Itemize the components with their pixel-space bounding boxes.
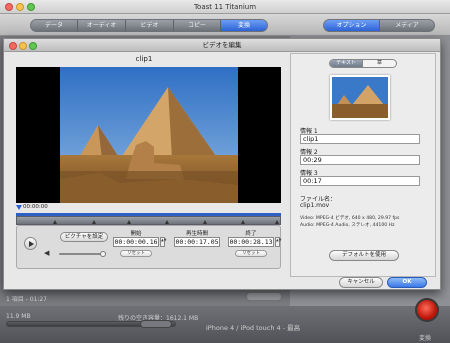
timecode: 00:00:00 xyxy=(23,204,48,210)
marker-icon xyxy=(92,220,96,224)
tab-audio[interactable]: オーディオ xyxy=(78,20,126,31)
metadata-panel: テキスト 章 情報 1 clip1 情報 2 00:29 情報 3 00:17 … xyxy=(290,53,436,277)
minimize-icon[interactable] xyxy=(19,42,27,50)
ok-button[interactable]: OK xyxy=(387,277,427,288)
dialog-title: ビデオを編集 xyxy=(202,41,242,49)
end-reset-button[interactable]: リセット xyxy=(235,250,267,257)
marker-icon xyxy=(127,220,131,224)
info1-field[interactable]: clip1 xyxy=(300,134,420,144)
duration-field[interactable]: 00:00:17.05 xyxy=(174,237,220,247)
mode-tabs: データ オーディオ ビデオ コピー 変換 xyxy=(30,19,268,32)
play-button[interactable] xyxy=(24,237,37,250)
start-reset-button[interactable]: リセット xyxy=(120,250,152,257)
end-time-field[interactable]: 00:00:28.13 xyxy=(228,237,274,247)
audio-meta: Audio: MPEG-4 Audio, ステレオ, 44100 Hz xyxy=(300,223,395,228)
marker-icon xyxy=(203,220,207,224)
tab-options[interactable]: オプション xyxy=(324,20,380,31)
playhead-icon[interactable] xyxy=(16,205,22,210)
panel-tabs: オプション メディア xyxy=(323,19,435,32)
start-stepper[interactable]: ▲▼ xyxy=(160,237,166,247)
info3-field[interactable]: 00:17 xyxy=(300,176,420,186)
play-icon xyxy=(29,240,34,247)
tab-chapters[interactable]: 章 xyxy=(363,60,396,67)
close-icon[interactable] xyxy=(9,42,17,50)
metadata-tabs: テキスト 章 xyxy=(329,59,397,68)
video-meta: Video: MPEG-4 ビデオ, 640 x 480, 29.97 fps xyxy=(300,216,400,221)
bottom-bar: 11.9 MB 残りの空き容量：1612.1 MB iPhone 4 / iPo… xyxy=(0,306,450,343)
device-label: iPhone 4 / iPod touch 4 - 最高 xyxy=(206,324,301,332)
use-default-button[interactable]: デフォルトを使用 xyxy=(329,250,399,261)
tab-copy[interactable]: コピー xyxy=(174,20,221,31)
window-titlebar: Toast 11 Titanium xyxy=(0,0,450,14)
dialog-titlebar: ビデオを編集 xyxy=(4,39,440,52)
main-window: Toast 11 Titanium データ オーディオ ビデオ コピー 変換 オ… xyxy=(0,0,450,343)
close-icon[interactable] xyxy=(5,3,13,11)
zoom-icon[interactable] xyxy=(29,42,37,50)
duration-label: 再生時間 xyxy=(185,231,208,237)
clip-thumbnail xyxy=(330,75,390,120)
tab-convert[interactable]: 変換 xyxy=(221,20,267,31)
marker-icon xyxy=(53,220,57,224)
minimize-icon[interactable] xyxy=(16,3,24,11)
video-frame xyxy=(60,67,238,203)
convert-label: 変換 xyxy=(419,335,432,342)
end-stepper[interactable]: ▲▼ xyxy=(275,237,281,247)
clip-title: clip1 xyxy=(135,55,153,63)
timeline[interactable]: 00:00:00 xyxy=(16,204,281,225)
item-count: 1 項目 - 01:27 xyxy=(6,296,47,303)
size-label: 11.9 MB xyxy=(6,313,31,320)
tab-media[interactable]: メディア xyxy=(380,20,434,31)
tab-data[interactable]: データ xyxy=(31,20,78,31)
volume-slider[interactable] xyxy=(59,253,105,255)
tab-video[interactable]: ビデオ xyxy=(126,20,174,31)
info2-field[interactable]: 00:29 xyxy=(300,155,420,165)
volume-icon: ◀ xyxy=(44,249,50,257)
tab-text[interactable]: テキスト xyxy=(330,60,364,67)
marker-icon xyxy=(165,220,169,224)
video-preview xyxy=(16,67,281,203)
set-poster-button[interactable]: ピクチャを設定 xyxy=(60,232,108,242)
zoom-icon[interactable] xyxy=(27,3,35,11)
playback-controls: ピクチャを設定 ◀ 開始 00:00:00.16 ▲▼ リセット 再生時間 00… xyxy=(16,225,281,269)
filename-value: clip1.mov xyxy=(300,202,330,209)
window-title: Toast 11 Titanium xyxy=(193,3,257,11)
toolbar: データ オーディオ ビデオ コピー 変換 オプション メディア xyxy=(0,14,450,36)
list-view-buttons[interactable] xyxy=(246,292,282,301)
start-time-field[interactable]: 00:00:00.16 xyxy=(113,237,159,247)
volume-knob[interactable] xyxy=(100,251,106,257)
marker-icon xyxy=(275,220,279,224)
record-icon[interactable] xyxy=(415,298,439,322)
capacity-menu[interactable] xyxy=(140,320,172,328)
end-label: 終了 xyxy=(245,231,257,237)
edit-video-dialog: ビデオを編集 clip1 00:00:00 ピクチャを設定 ◀ 開始 00:00… xyxy=(3,38,441,290)
trim-track[interactable] xyxy=(16,216,281,225)
start-label: 開始 xyxy=(130,231,142,237)
cancel-button[interactable]: キャンセル xyxy=(339,277,383,288)
marker-icon xyxy=(241,220,245,224)
